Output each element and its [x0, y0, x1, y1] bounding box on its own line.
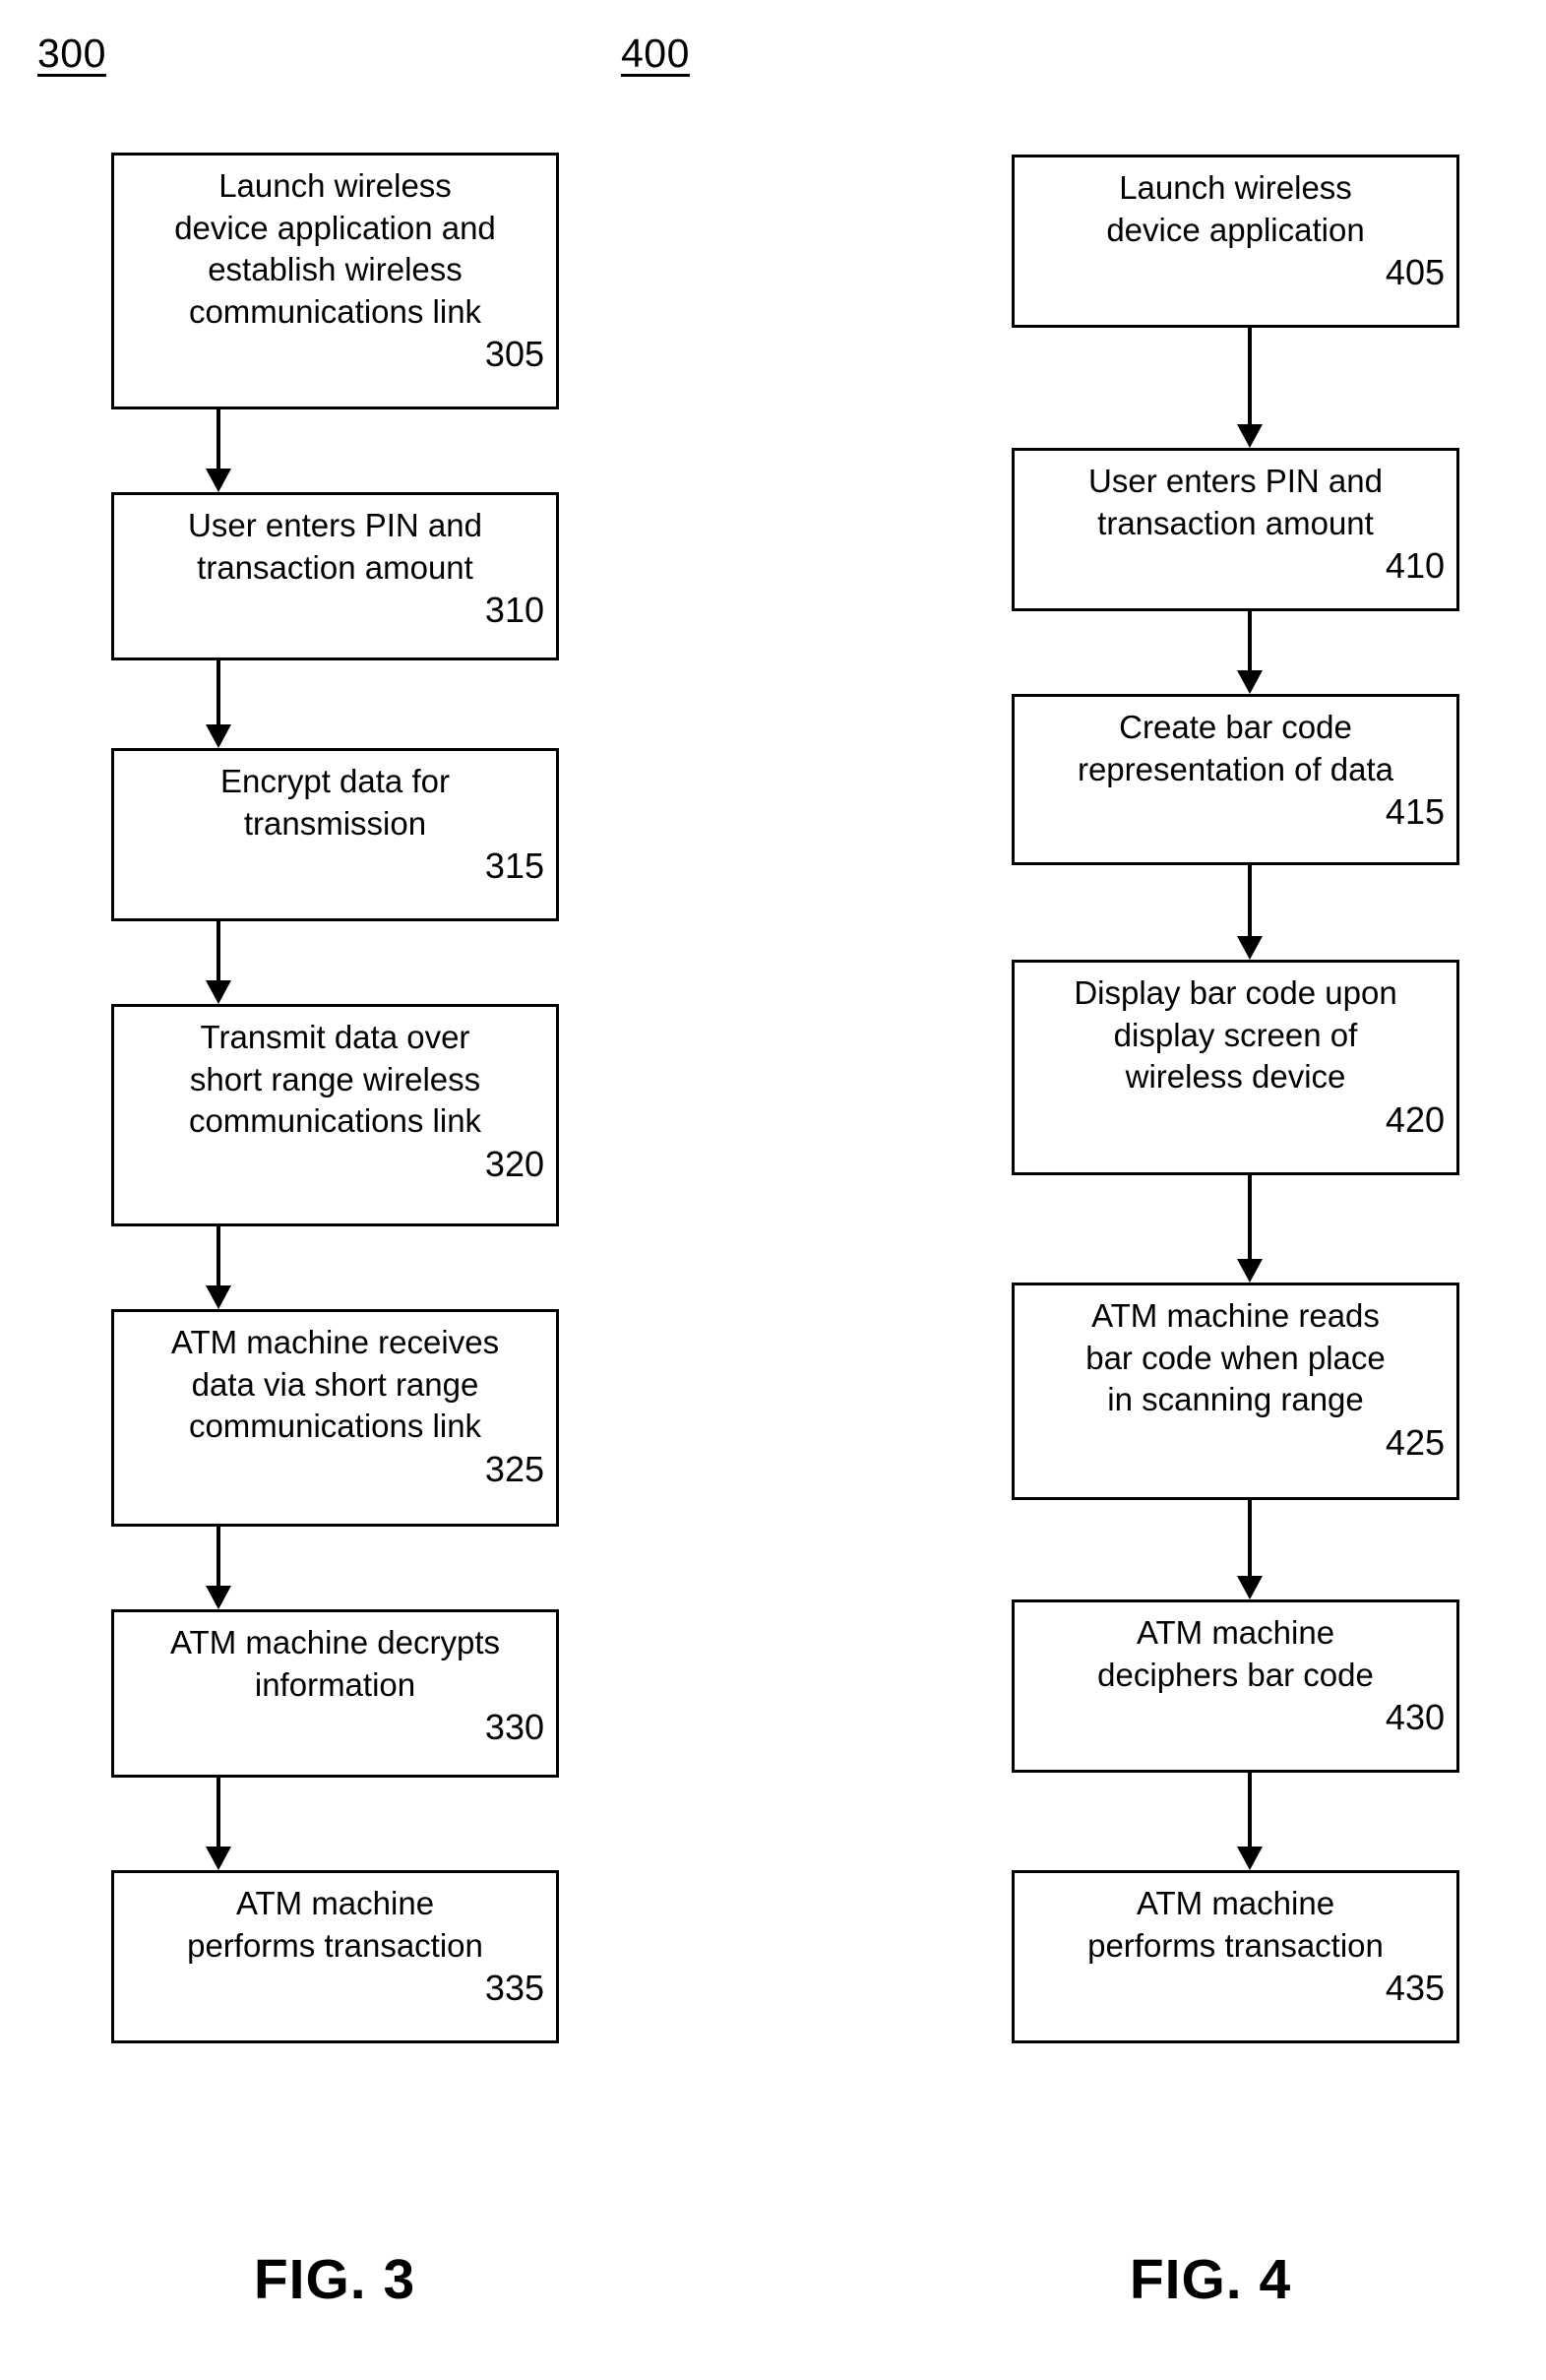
flow-step-325-number: 325 — [484, 1448, 544, 1489]
flow-step-415-text: Create bar code representation of data — [1077, 709, 1394, 787]
flow-step-425-text: ATM machine reads bar code when place in… — [1085, 1297, 1386, 1417]
flow-step-325: ATM machine receives data via short rang… — [111, 1309, 559, 1527]
figure-reference-numeral-400: 400 — [621, 31, 690, 76]
flow-step-310-text: User enters PIN and transaction amount — [188, 507, 482, 586]
flow-step-335-text: ATM machine performs transaction — [187, 1885, 483, 1964]
flow-step-335-number: 335 — [484, 1968, 544, 2008]
flow-step-320: Transmit data over short range wireless … — [111, 1004, 559, 1226]
flow-step-420: Display bar code upon display screen of … — [1012, 960, 1459, 1175]
flow-step-315-text: Encrypt data for transmission — [220, 763, 450, 842]
patent-flowchart-page: 300 Launch wireless device application a… — [0, 0, 1546, 2380]
flow-step-430: ATM machine deciphers bar code 430 — [1012, 1599, 1459, 1773]
flow-step-410-number: 410 — [1385, 545, 1445, 586]
flow-step-410-text: User enters PIN and transaction amount — [1088, 463, 1383, 541]
flow-step-425: ATM machine reads bar code when place in… — [1012, 1283, 1459, 1500]
flow-step-415-number: 415 — [1385, 791, 1445, 832]
figure-reference-numeral-300: 300 — [37, 31, 106, 76]
figure-caption-fig-4: FIG. 4 — [1129, 2248, 1292, 2311]
flow-step-305-text: Launch wireless device application and e… — [174, 167, 496, 330]
flow-step-325-text: ATM machine receives data via short rang… — [170, 1324, 500, 1444]
flow-step-320-text: Transmit data over short range wireless … — [188, 1019, 482, 1139]
flow-step-425-number: 425 — [1385, 1421, 1445, 1463]
flow-step-305-number: 305 — [484, 334, 544, 374]
flow-step-430-text: ATM machine deciphers bar code — [1097, 1614, 1374, 1693]
flow-step-330-number: 330 — [484, 1707, 544, 1747]
flow-step-415: Create bar code representation of data 4… — [1012, 694, 1459, 865]
flow-step-320-number: 320 — [484, 1143, 544, 1184]
flow-step-420-text: Display bar code upon display screen of … — [1074, 974, 1397, 1095]
flow-step-330-text: ATM machine decrypts information — [170, 1624, 500, 1703]
flow-step-410: User enters PIN and transaction amount 4… — [1012, 448, 1459, 611]
flow-step-405-number: 405 — [1385, 252, 1445, 292]
flow-step-315: Encrypt data for transmission 315 — [111, 748, 559, 921]
flow-step-310: User enters PIN and transaction amount 3… — [111, 492, 559, 660]
figure-caption-fig-3: FIG. 3 — [253, 2248, 416, 2311]
flow-step-305: Launch wireless device application and e… — [111, 153, 559, 409]
flow-step-315-number: 315 — [484, 846, 544, 886]
flow-step-420-number: 420 — [1385, 1098, 1445, 1140]
flow-step-435-text: ATM machine performs transaction — [1087, 1885, 1384, 1964]
flow-step-405-text: Launch wireless device application — [1106, 169, 1365, 248]
flow-step-335: ATM machine performs transaction 335 — [111, 1870, 559, 2043]
flow-step-405: Launch wireless device application 405 — [1012, 155, 1459, 328]
flow-step-310-number: 310 — [484, 590, 544, 630]
flow-step-435: ATM machine performs transaction 435 — [1012, 1870, 1459, 2043]
flow-step-330: ATM machine decrypts information 330 — [111, 1609, 559, 1778]
flow-step-435-number: 435 — [1385, 1968, 1445, 2008]
flow-step-430-number: 430 — [1385, 1697, 1445, 1737]
